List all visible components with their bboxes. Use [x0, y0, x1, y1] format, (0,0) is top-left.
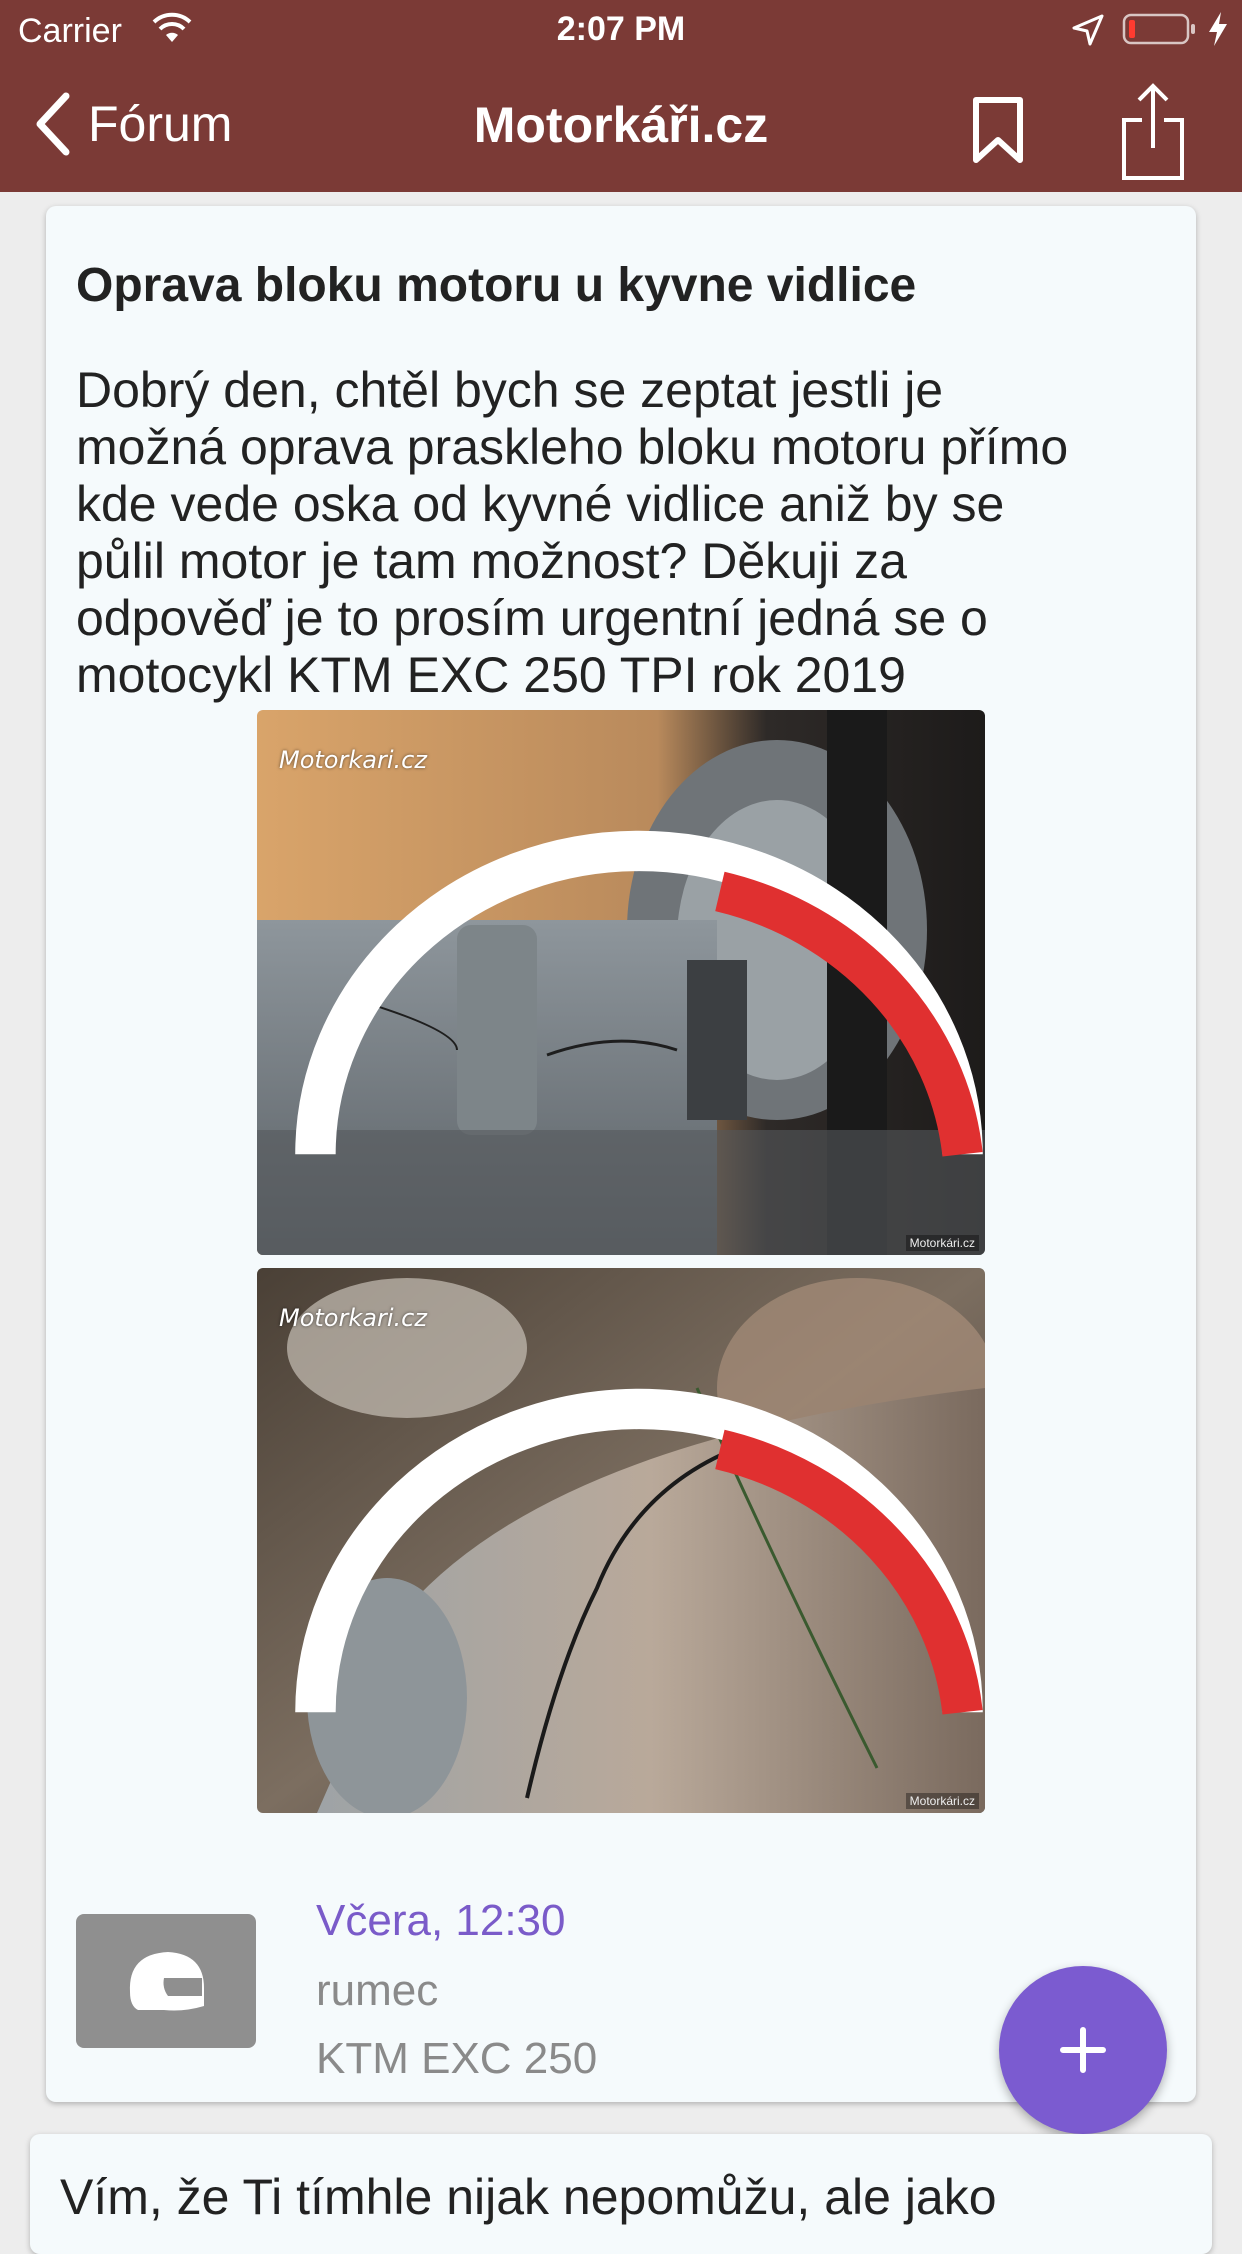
- post-date: Včera, 12:30: [316, 1896, 566, 1945]
- location-icon: [1072, 14, 1104, 46]
- post-title: Oprava bloku motoru u kyvne vidlice: [76, 259, 917, 312]
- avatar[interactable]: [76, 1914, 256, 2048]
- back-label: Fórum: [88, 96, 233, 152]
- add-reply-button[interactable]: [999, 1966, 1167, 2134]
- back-button[interactable]: Fórum: [34, 88, 232, 160]
- post-photo[interactable]: Motorkari.cz Motorkári.cz: [257, 710, 985, 1255]
- photo-corner-watermark: Motorkári.cz: [905, 1235, 979, 1251]
- plus-icon: [1060, 2027, 1106, 2073]
- post-body-line: odpověď je to prosím urgentní jedná se o: [76, 590, 988, 646]
- motorkari-logo-icon: [295, 830, 983, 1157]
- motorkari-logo-icon: [295, 1388, 983, 1715]
- post-body-line: půlil motor je tam možnost? Děkuji za: [76, 533, 907, 589]
- photo-watermark: Motorkari.cz: [279, 1304, 427, 1332]
- charging-icon: [1209, 12, 1227, 46]
- photo-corner-watermark: Motorkári.cz: [905, 1793, 979, 1809]
- post-body: Dobrý den, chtěl bych se zeptat jestli j…: [76, 362, 1176, 704]
- photo-watermark: Motorkari.cz: [279, 746, 427, 774]
- chevron-left-icon: [36, 92, 70, 156]
- post-photo[interactable]: Motorkari.cz Motorkári.cz: [257, 1268, 985, 1813]
- navigation-bar: Fórum Motorkáři.cz: [0, 60, 1242, 192]
- reply-text: Vím, že Ti tímhle nijak nepomůžu, ale ja…: [60, 2169, 997, 2225]
- post-body-line: možná oprava praskleho bloku motoru přím…: [76, 419, 1069, 475]
- battery-icon: [1122, 13, 1195, 45]
- post-body-line: motocykl KTM EXC 250 TPI rok 2019: [76, 647, 906, 703]
- post-card: Oprava bloku motoru u kyvne vidlice Dobr…: [46, 206, 1196, 2102]
- author-bike: KTM EXC 250: [316, 2034, 598, 2083]
- helmet-icon: [129, 1952, 204, 2011]
- post-body-line: kde vede oska od kyvné vidlice aniž by s…: [76, 476, 1005, 532]
- share-icon[interactable]: [1120, 82, 1186, 182]
- post-body-line: Dobrý den, chtěl bych se zeptat jestli j…: [76, 362, 944, 418]
- status-time: 2:07 PM: [556, 10, 686, 48]
- status-bar: Carrier 2:07 PM: [0, 0, 1242, 60]
- bookmark-icon[interactable]: [968, 96, 1028, 164]
- reply-card[interactable]: Vím, že Ti tímhle nijak nepomůžu, ale ja…: [30, 2134, 1212, 2254]
- post-author[interactable]: rumec: [316, 1966, 438, 2016]
